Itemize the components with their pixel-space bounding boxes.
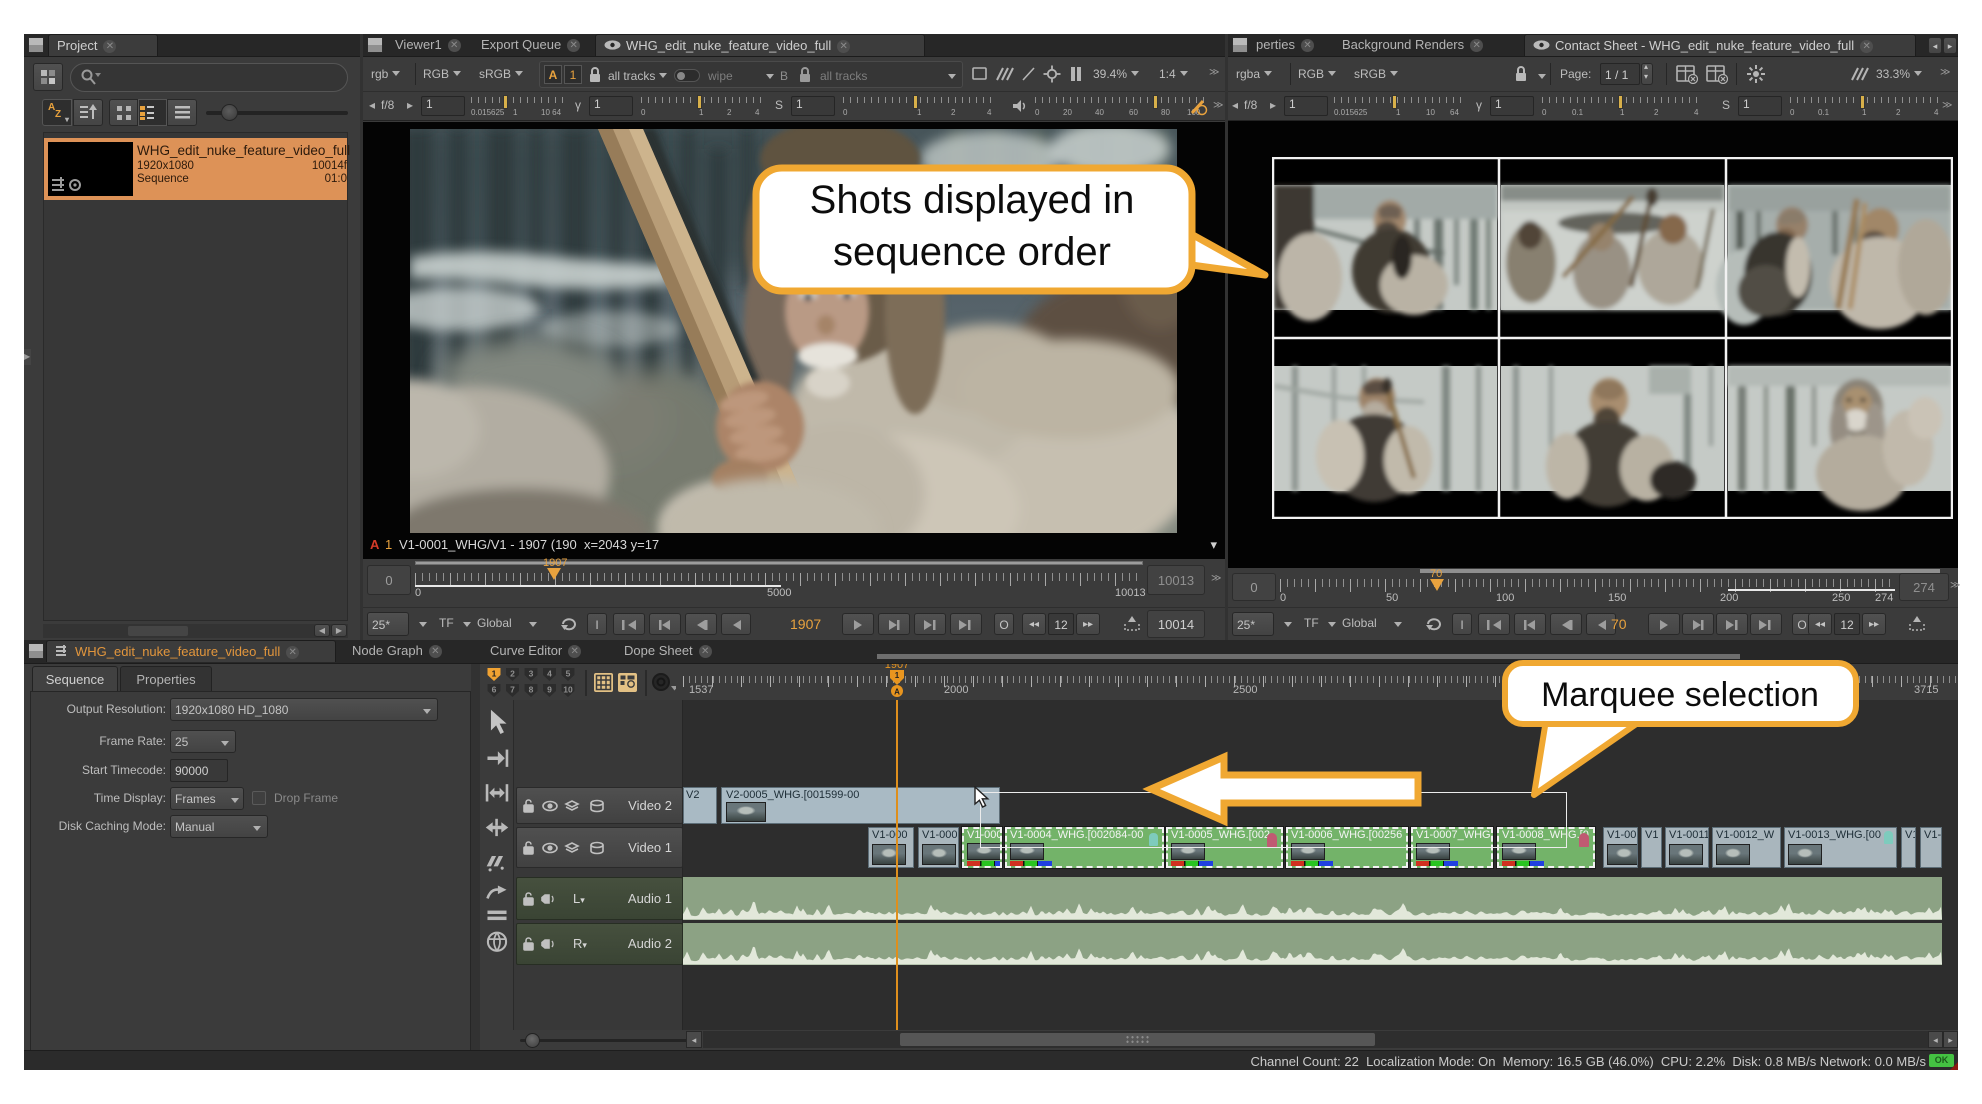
svg-text:Marquee selection: Marquee selection (1541, 676, 1819, 714)
svg-text:6: 6 (492, 685, 497, 695)
svg-text:2: 2 (510, 669, 515, 679)
svg-text:1907: 1907 (885, 664, 909, 671)
svg-text:1: 1 (895, 671, 900, 680)
svg-text:10: 10 (563, 685, 573, 695)
svg-text:3: 3 (529, 669, 534, 679)
svg-text:4: 4 (547, 669, 552, 679)
svg-text:sequence order: sequence order (833, 230, 1111, 274)
svg-text:Shots displayed in: Shots displayed in (810, 178, 1135, 222)
svg-text:1: 1 (492, 669, 497, 679)
svg-text:8: 8 (529, 685, 534, 695)
svg-text:9: 9 (547, 685, 552, 695)
svg-text:A: A (894, 688, 900, 697)
svg-text:5: 5 (566, 669, 571, 679)
svg-text:7: 7 (510, 685, 515, 695)
